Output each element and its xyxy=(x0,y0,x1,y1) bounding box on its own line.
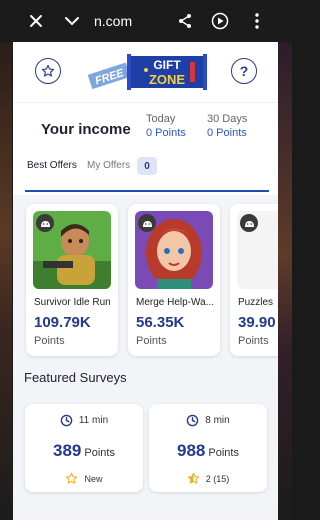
offer-points: 56.35K xyxy=(136,314,185,331)
thirty-day-value: 0 Points xyxy=(207,127,247,139)
today-income: Today 0 Points xyxy=(146,113,186,139)
survey-points: 389 Points xyxy=(25,441,143,461)
thirty-day-label: 30 Days xyxy=(207,113,248,125)
android-icon xyxy=(240,214,258,232)
favorites-button[interactable] xyxy=(35,58,61,84)
help-icon: ? xyxy=(239,63,249,79)
survey-rating: 2 (15) xyxy=(149,472,267,485)
survey-rating: New xyxy=(25,472,143,485)
background-right-strip xyxy=(278,40,292,520)
income-title: Your income xyxy=(41,121,131,138)
star-outline-icon xyxy=(66,472,78,484)
thirty-day-income: 30 Days 0 Points xyxy=(207,113,247,139)
tab-my-offers[interactable]: My Offers xyxy=(87,160,130,171)
survey-card[interactable]: 8 min 988 Points 2 (15) xyxy=(149,404,267,492)
browser-toolbar: n.com xyxy=(0,0,292,42)
offer-card[interactable]: Merge Help-Wa... 56.35K Points xyxy=(128,204,220,356)
svg-text:FREE: FREE xyxy=(94,67,126,88)
survey-time: 8 min xyxy=(205,415,230,426)
help-button[interactable]: ? xyxy=(231,58,257,84)
survey-duration: 8 min xyxy=(149,414,267,427)
offer-points-unit: Points xyxy=(136,335,167,347)
survey-time: 11 min xyxy=(78,415,109,426)
star-half-icon xyxy=(187,472,199,484)
offer-points-unit: Points xyxy=(238,335,269,347)
url-text[interactable]: n.com xyxy=(94,13,132,29)
clock-icon xyxy=(186,414,199,427)
offer-name: Survivor Idle Run xyxy=(34,297,111,308)
survey-rating-text: 2 (15) xyxy=(205,473,230,484)
android-icon xyxy=(138,214,156,232)
today-value: 0 Points xyxy=(146,127,186,139)
income-section: Your income Today 0 Points 30 Days 0 Poi… xyxy=(13,102,278,195)
survey-points-value: 389 xyxy=(53,441,82,460)
chevron-down-icon[interactable] xyxy=(60,9,84,33)
featured-surveys-title: Featured Surveys xyxy=(24,370,127,385)
today-label: Today xyxy=(146,113,176,125)
survey-duration: 11 min xyxy=(25,414,143,427)
survey-points: 988 Points xyxy=(149,441,267,461)
offer-card[interactable]: Puzzles 39.90 Points xyxy=(230,204,278,356)
svg-text:GIFT: GIFT xyxy=(153,58,181,72)
offer-points-unit: Points xyxy=(34,335,65,347)
app-header: FREE GIFT ZONE ? xyxy=(13,42,278,102)
my-offers-count-badge: 0 xyxy=(137,157,157,175)
offer-name: Puzzles xyxy=(238,297,274,308)
more-vert-icon[interactable] xyxy=(245,9,269,33)
tabs-underline xyxy=(25,190,269,192)
close-icon[interactable] xyxy=(24,9,48,33)
survey-rating-text: New xyxy=(84,473,103,484)
star-icon xyxy=(41,64,55,77)
free-gift-zone-logo: FREE GIFT ZONE xyxy=(87,52,209,92)
survey-points-unit: Points xyxy=(208,447,239,459)
android-icon xyxy=(36,214,54,232)
offer-name: Merge Help-Wa... xyxy=(136,297,214,308)
survey-points-unit: Points xyxy=(84,447,115,459)
offer-points: 109.79K xyxy=(34,314,91,331)
svg-text:ZONE: ZONE xyxy=(149,72,185,87)
tab-best-offers[interactable]: Best Offers xyxy=(27,160,77,171)
app-panel: FREE GIFT ZONE ? Your income Today 0 Poi… xyxy=(13,42,278,520)
share-icon[interactable] xyxy=(173,9,197,33)
clock-icon xyxy=(60,414,73,427)
offer-points: 39.90 xyxy=(238,314,276,331)
offer-card[interactable]: Survivor Idle Run 109.79K Points xyxy=(26,204,118,356)
play-icon[interactable] xyxy=(208,9,232,33)
background-left-strip xyxy=(0,40,12,520)
survey-points-value: 988 xyxy=(177,441,206,460)
survey-card[interactable]: 11 min 389 Points New xyxy=(25,404,143,492)
